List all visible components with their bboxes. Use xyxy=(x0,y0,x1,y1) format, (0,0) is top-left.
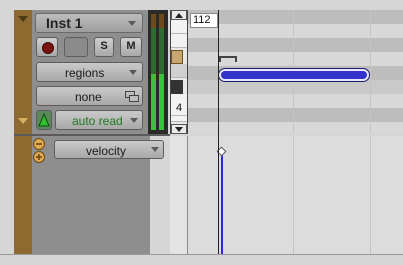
record-enable-button[interactable] xyxy=(36,37,58,57)
automation-enable-button[interactable] xyxy=(36,110,52,130)
input-monitor-button[interactable] xyxy=(64,37,88,57)
bar-gridline xyxy=(370,136,371,254)
mute-button[interactable]: M xyxy=(120,37,142,57)
range-slider-bottom[interactable] xyxy=(171,80,183,94)
lane-view-selector[interactable]: velocity xyxy=(54,140,164,159)
playlist-label: none xyxy=(75,90,102,104)
track-name: Inst 1 xyxy=(46,15,83,31)
scroll-up-button[interactable] xyxy=(171,10,187,20)
automation-mode-selector[interactable]: auto read xyxy=(55,110,143,130)
lane-view-label: velocity xyxy=(86,144,127,158)
piano-key[interactable] xyxy=(171,34,187,48)
chevron-down-icon xyxy=(151,147,159,152)
velocity-ruler xyxy=(170,136,188,254)
automation-icon xyxy=(38,112,50,127)
insertion-cursor xyxy=(218,10,219,254)
level-meter xyxy=(148,10,168,134)
piano-key[interactable] xyxy=(171,20,187,34)
scroll-down-button[interactable] xyxy=(171,124,187,134)
meter-left-channel xyxy=(151,14,156,130)
track-height-icon[interactable] xyxy=(18,118,28,124)
record-dot-icon xyxy=(42,42,54,54)
chevron-down-icon xyxy=(130,118,138,123)
playlist-icon xyxy=(125,91,139,102)
velocity-lane[interactable] xyxy=(170,136,403,254)
pitch-readout: 112 xyxy=(190,13,218,28)
meter-right-channel xyxy=(159,14,164,130)
lane-divider xyxy=(14,134,170,136)
piano-key[interactable] xyxy=(171,116,187,122)
octave-label: 4 xyxy=(176,102,183,114)
track-name-field[interactable]: Inst 1 xyxy=(35,13,143,33)
velocity-stalk[interactable] xyxy=(221,155,223,254)
midi-note[interactable] xyxy=(219,69,369,81)
track-collapse-icon[interactable] xyxy=(18,16,28,22)
bottom-edge xyxy=(0,254,403,265)
bar-gridline xyxy=(293,136,294,254)
chevron-down-icon xyxy=(129,70,137,75)
minus-circle-icon[interactable] xyxy=(33,138,45,150)
track-view-label: regions xyxy=(65,66,105,80)
solo-button[interactable]: S xyxy=(94,37,114,57)
track-view-selector[interactable]: regions xyxy=(36,62,143,82)
arrow-up-icon xyxy=(175,13,183,18)
range-slider-top[interactable] xyxy=(171,50,183,64)
arrow-down-icon xyxy=(175,127,183,132)
bar-gridline xyxy=(370,10,371,134)
automation-mode-label: auto read xyxy=(72,114,123,128)
playlist-selector[interactable]: none xyxy=(36,86,143,106)
note-trim-handle[interactable] xyxy=(219,56,237,62)
name-menu-chevron-icon xyxy=(128,21,136,26)
lane-color-strip xyxy=(14,136,32,254)
plus-circle-icon[interactable] xyxy=(33,151,45,163)
piano-key[interactable] xyxy=(171,64,187,78)
